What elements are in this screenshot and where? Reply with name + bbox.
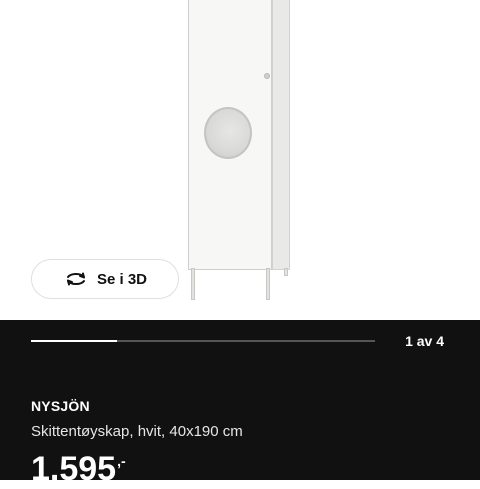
door-knob: [264, 73, 270, 79]
price-suffix: ,-: [117, 453, 126, 469]
cabinet-side: [272, 0, 290, 270]
cabinet-leg: [266, 268, 270, 300]
price-amount: 1.595: [31, 450, 117, 488]
cabinet-leg: [284, 268, 288, 276]
product-price: 1.595,-: [31, 449, 126, 489]
gallery-page-counter: 1 av 4: [405, 333, 444, 349]
product-image-carousel[interactable]: Se i 3D: [0, 0, 480, 320]
cabinet-opening: [204, 107, 252, 159]
gallery-progress-bar[interactable]: [31, 340, 375, 342]
gallery-progress-fill: [31, 340, 117, 342]
view-in-3d-button[interactable]: Se i 3D: [31, 259, 179, 299]
product-description: Skittentøyskap, hvit, 40x190 cm: [31, 423, 243, 440]
cabinet-leg: [191, 268, 195, 300]
view-in-3d-label: Se i 3D: [96, 270, 148, 288]
product-name[interactable]: NYSJÖN: [31, 398, 90, 414]
rotate-3d-icon: [63, 271, 89, 287]
